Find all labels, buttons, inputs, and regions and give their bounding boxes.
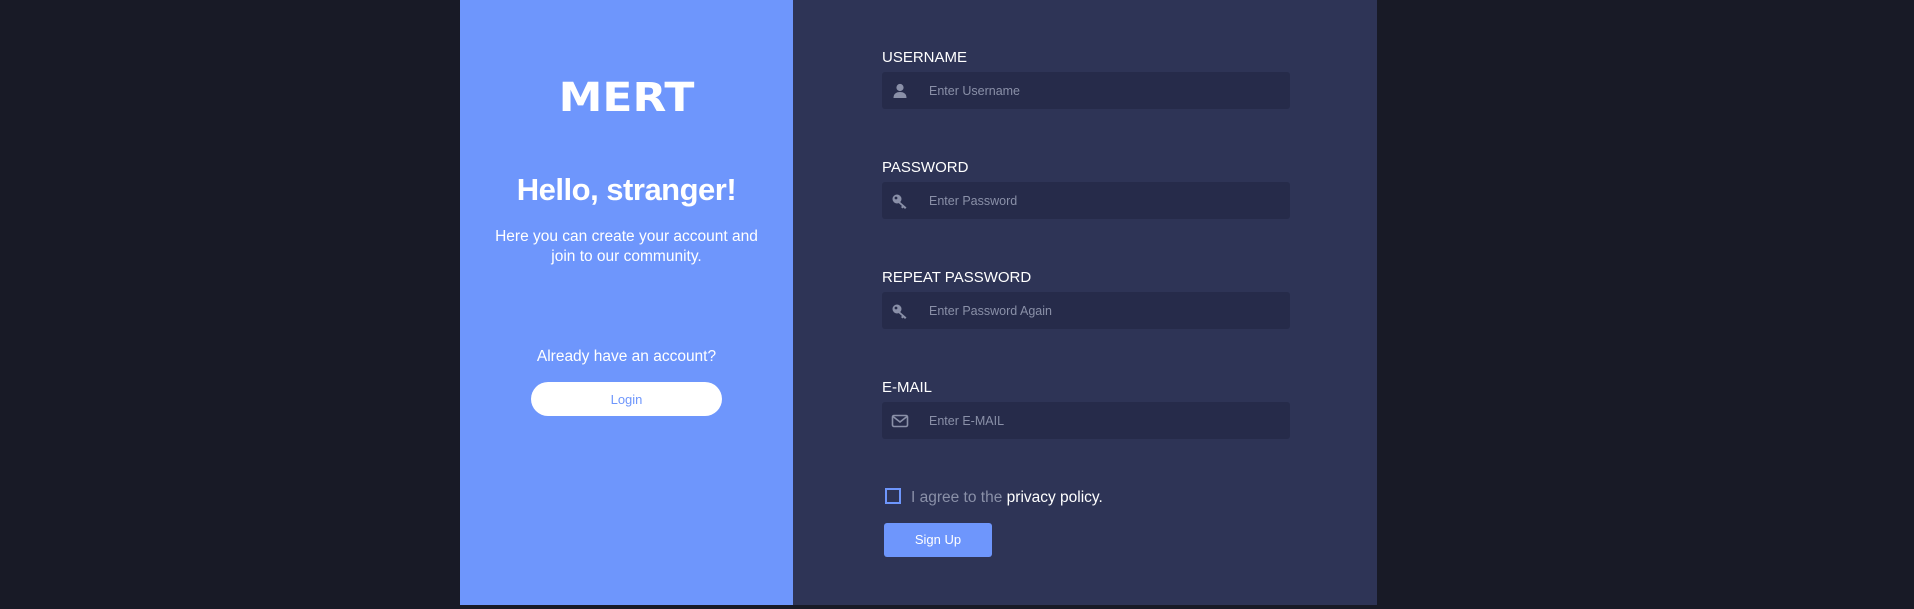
brand-logo: MERT (558, 74, 695, 121)
login-button[interactable]: Login (531, 382, 722, 416)
username-label: USERNAME (882, 49, 968, 66)
password-field-wrapper (882, 182, 1290, 219)
welcome-panel: MERT Hello, stranger! Here you can creat… (460, 0, 793, 605)
username-field-wrapper (882, 72, 1290, 109)
username-input[interactable] (929, 72, 1279, 109)
privacy-checkbox[interactable] (885, 488, 901, 504)
privacy-policy-link[interactable]: privacy policy. (1007, 489, 1103, 506)
sign-up-button[interactable]: Sign Up (884, 523, 992, 557)
password-input[interactable] (929, 182, 1279, 219)
agree-text: I agree to the privacy policy. (911, 488, 1103, 508)
signup-form: USERNAME PASSWORD REPEAT PA (793, 0, 1377, 605)
user-icon (891, 82, 909, 100)
already-account-text: Already have an account? (536, 348, 717, 365)
repeat-password-input[interactable] (929, 292, 1279, 329)
key-icon (891, 192, 909, 210)
welcome-heading: Hello, stranger! (516, 172, 737, 207)
repeat-password-field-wrapper (882, 292, 1290, 329)
email-field-wrapper (882, 402, 1290, 439)
signup-card: MERT Hello, stranger! Here you can creat… (460, 0, 1377, 605)
password-label: PASSWORD (882, 159, 969, 176)
envelope-icon (891, 412, 909, 430)
email-input[interactable] (929, 402, 1279, 439)
email-label: E-MAIL (882, 379, 933, 396)
repeat-password-label: REPEAT PASSWORD (882, 269, 1032, 286)
agree-prefix: I agree to the (911, 489, 1003, 506)
key-icon (891, 302, 909, 320)
welcome-subtitle: Here you can create your account and joi… (495, 228, 758, 265)
